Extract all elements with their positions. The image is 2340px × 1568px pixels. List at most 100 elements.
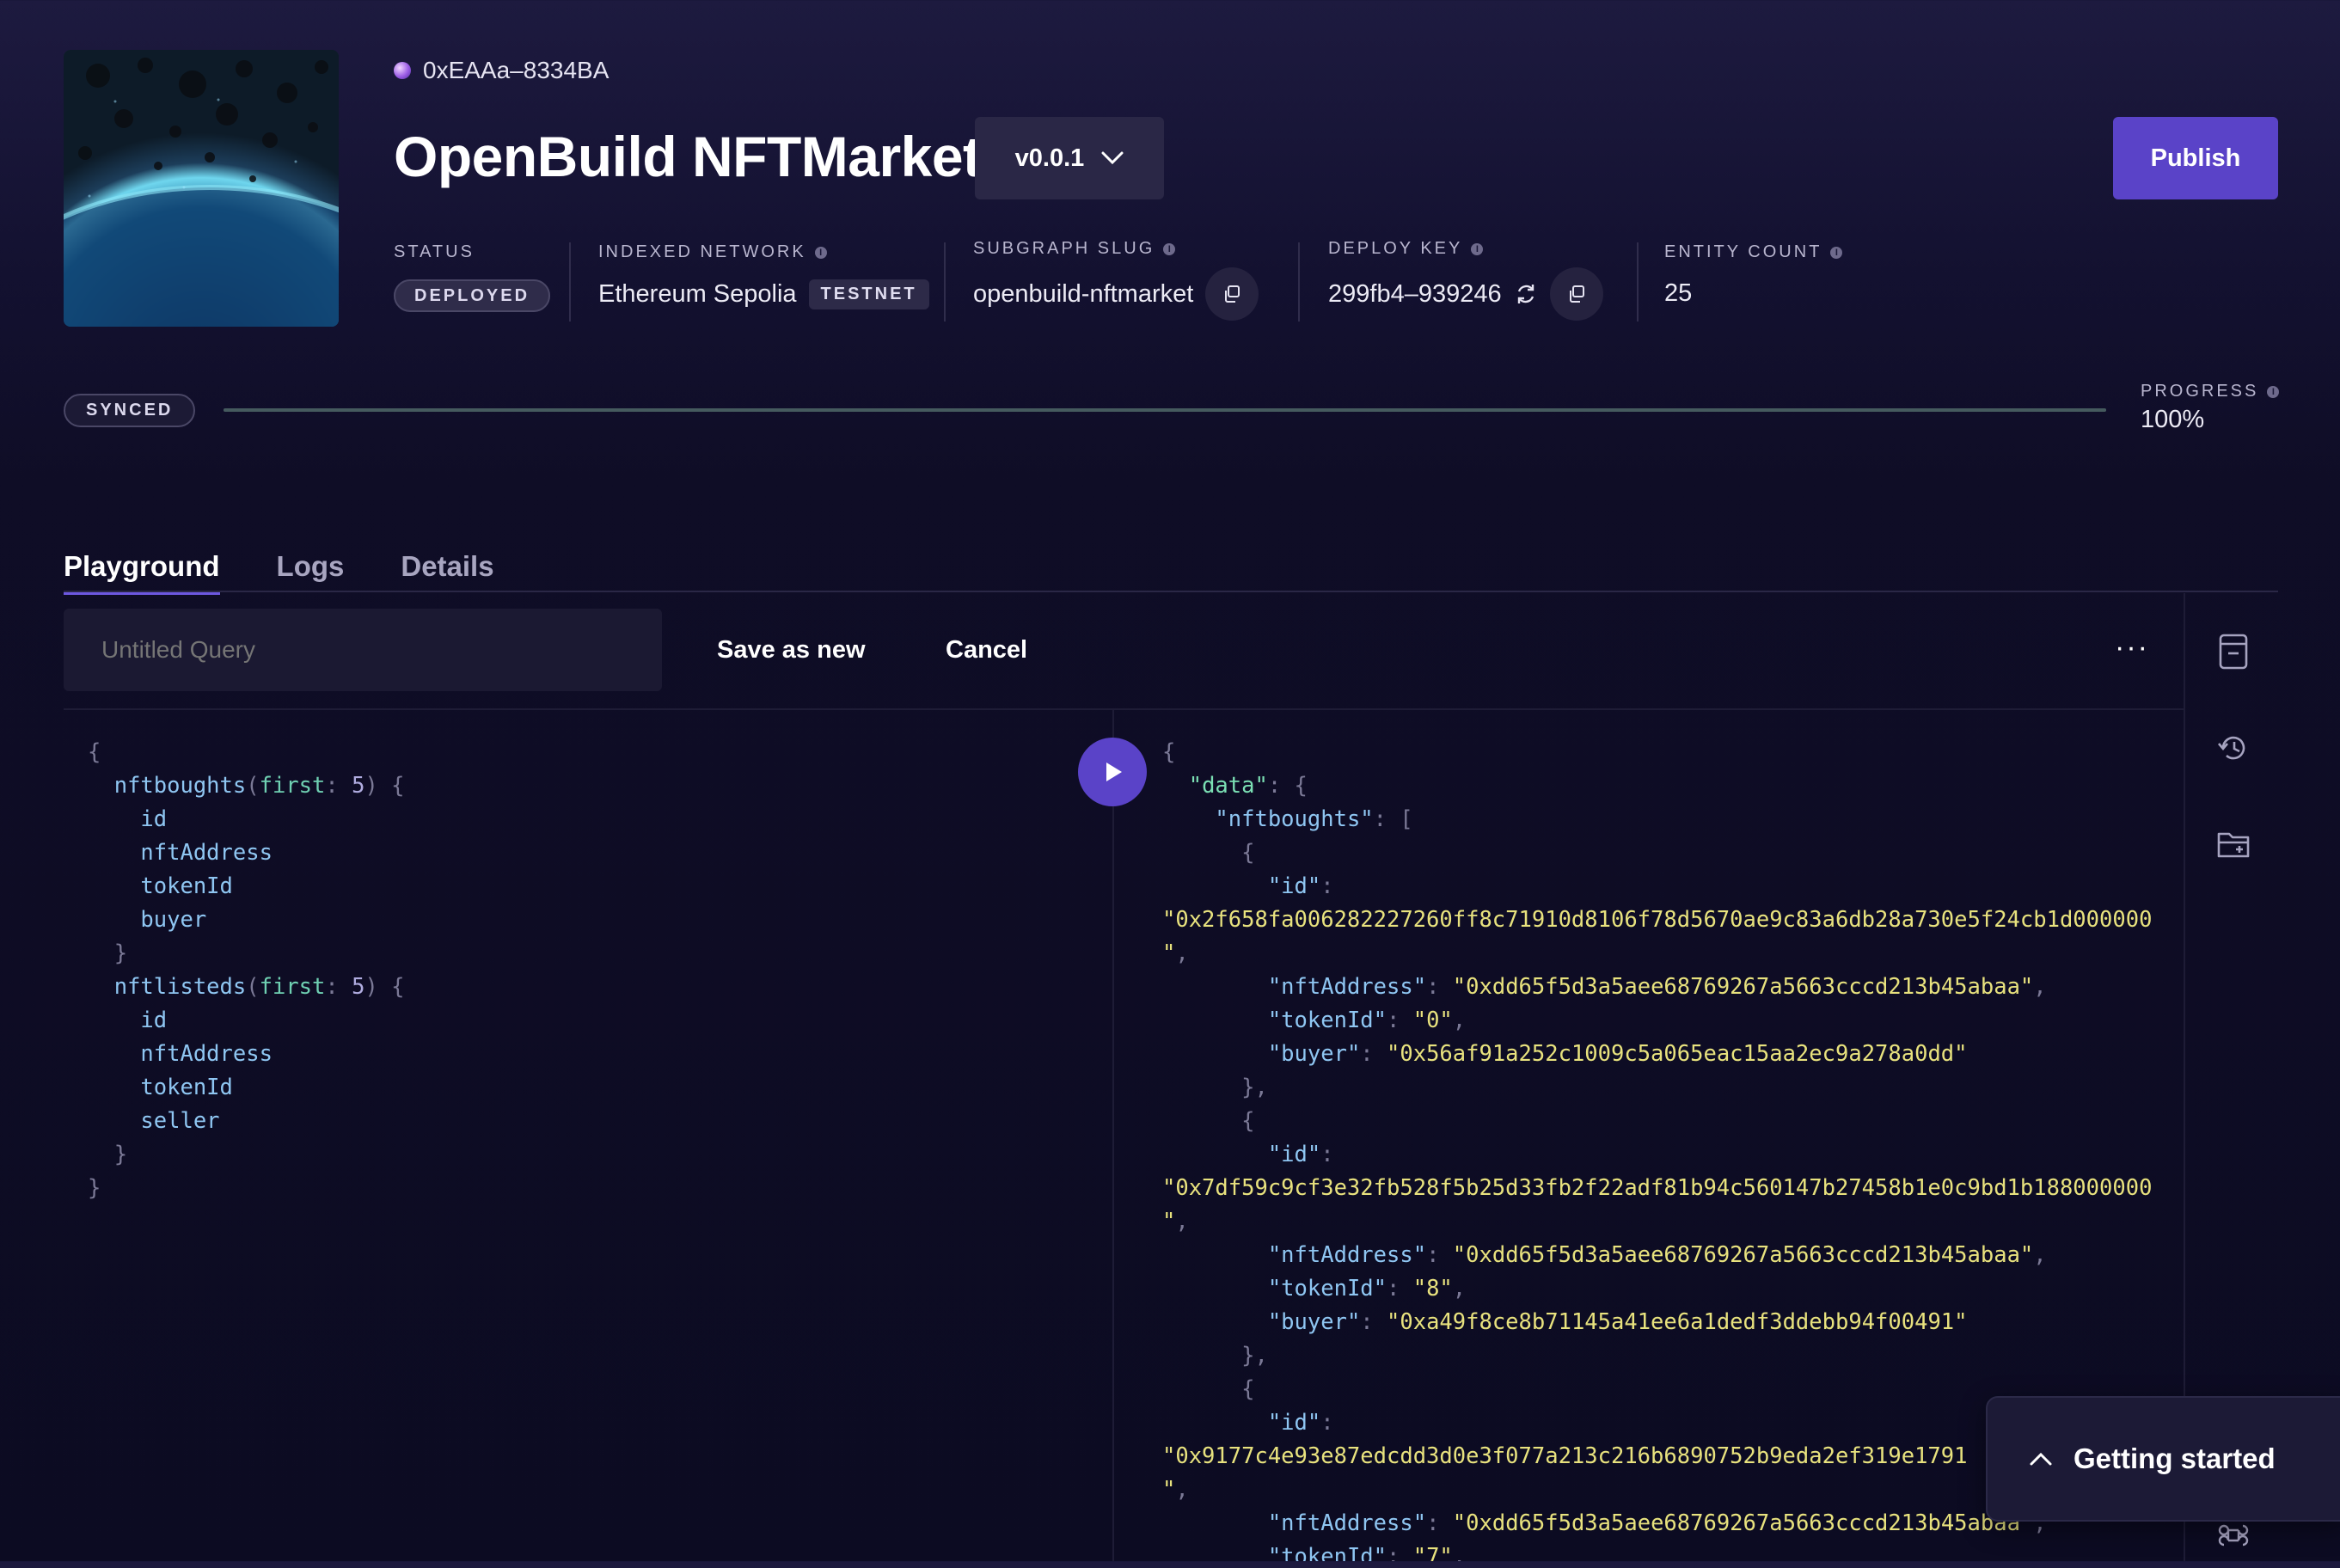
result-line: "nftAddress": "0xdd65f5d3a5aee68769267a5…: [1267, 1242, 2047, 1268]
result-line: "nftAddress": "0xdd65f5d3a5aee68769267a5…: [1267, 974, 2047, 1000]
history-icon: [2218, 736, 2245, 760]
result-line: {: [1241, 840, 1255, 866]
query-line: buyer: [140, 907, 207, 933]
query-line: nftAddress: [140, 840, 273, 866]
query-line: id: [140, 1008, 168, 1033]
saved-queries-button[interactable]: [2201, 619, 2266, 684]
sync-progress-fill: [224, 408, 2106, 412]
save-as-new-button[interactable]: Save as new: [717, 636, 866, 665]
result-line: "tokenId": "0",: [1267, 1008, 1467, 1033]
version-select[interactable]: v0.0.1: [975, 117, 1164, 199]
command-icon: [2218, 1524, 2249, 1547]
deploy-key-value: 299fb4–939246: [1328, 279, 1502, 308]
query-name-input[interactable]: [64, 609, 662, 691]
result-line: {: [1241, 1108, 1255, 1134]
query-line: tokenId: [140, 1075, 233, 1100]
result-line: "buyer": "0x56af91a252c1009c5a065eac15aa…: [1267, 1041, 1968, 1067]
deploy-key-label: DEPLOY KEY: [1328, 239, 1463, 258]
info-icon[interactable]: i: [1830, 246, 1843, 259]
query-line: tokenId: [140, 873, 233, 899]
result-line: "buyer": "0xa49f8ce8b71145a41ee6a1dedf3d…: [1267, 1309, 1968, 1335]
result-line: {: [1162, 739, 1176, 765]
query-line: seller: [140, 1108, 220, 1134]
slug-section: SUBGRAPH SLUG i openbuild-nftmarket: [973, 239, 1259, 321]
tab-details[interactable]: Details: [401, 550, 493, 595]
network-name: Ethereum Sepolia: [598, 280, 797, 308]
refresh-icon[interactable]: [1514, 282, 1538, 306]
query-line: {: [88, 739, 101, 765]
getting-started-label: Getting started: [2074, 1442, 2276, 1474]
pane-divider[interactable]: [1112, 710, 1114, 1561]
entity-count-value: 25: [1664, 279, 1693, 307]
network-section: INDEXED NETWORK i Ethereum Sepolia TESTNE…: [598, 242, 929, 309]
run-query-button[interactable]: [1078, 738, 1147, 806]
query-line: id: [140, 806, 168, 832]
result-line: "nftboughts": [: [1215, 806, 1413, 832]
copy-icon: [1569, 285, 1584, 303]
meta-divider: [1298, 242, 1300, 322]
entity-count-section: ENTITY COUNT i 25: [1664, 242, 1843, 308]
new-folder-button[interactable]: [2201, 812, 2266, 877]
result-line: "id":: [1267, 1142, 1334, 1167]
folder-plus-icon: [2217, 832, 2250, 858]
tab-divider: [64, 591, 2278, 592]
slug-value: openbuild-nftmarket: [973, 279, 1194, 308]
status-section: STATUS DEPLOYED: [394, 242, 551, 312]
query-code[interactable]: { nftboughts(first: 5) { id nftAddress t…: [88, 736, 1076, 1205]
status-label: STATUS: [394, 242, 475, 261]
info-icon[interactable]: i: [814, 246, 827, 259]
deploy-key-section: DEPLOY KEY i 299fb4–939246: [1328, 239, 1603, 321]
query-editor[interactable]: { nftboughts(first: 5) { id nftAddress t…: [88, 736, 1076, 1269]
query-line: nftAddress: [140, 1041, 273, 1067]
sync-status-badge: SYNCED: [64, 394, 196, 427]
entity-count-label: ENTITY COUNT: [1664, 242, 1822, 261]
copy-slug-button[interactable]: [1205, 267, 1259, 321]
progress-label: PROGRESS: [2141, 382, 2259, 401]
network-label: INDEXED NETWORK: [598, 242, 806, 261]
result-line: ",: [1162, 1209, 1189, 1234]
sync-progress-bar: [224, 408, 2106, 412]
tab-bar: Playground Logs Details: [64, 550, 494, 595]
status-badge: DEPLOYED: [394, 279, 551, 312]
progress-value: 100%: [2141, 406, 2205, 433]
meta-divider: [1637, 242, 1639, 322]
result-line: "tokenId": "7",: [1267, 1544, 1467, 1561]
more-options-button[interactable]: ···: [2115, 631, 2149, 665]
query-line: }: [113, 940, 128, 966]
result-line: "0x2f658fa006282227260ff8c71910d8106f78d…: [1162, 907, 2153, 933]
meta-divider: [569, 242, 571, 322]
query-line: }: [113, 1142, 128, 1167]
copy-deploy-key-button[interactable]: [1549, 267, 1603, 321]
bookmark-file-icon: [2219, 634, 2248, 670]
copy-icon: [1225, 285, 1240, 303]
play-icon: [1106, 763, 1122, 781]
info-icon[interactable]: i: [2267, 385, 2280, 398]
query-line: nftboughts(first: 5) {: [113, 773, 405, 799]
tab-playground[interactable]: Playground: [64, 550, 220, 595]
testnet-badge: TESTNET: [808, 279, 929, 309]
result-line: "0x7df59c9cf3e32fb528f5b25d33fb2f22adf81…: [1162, 1175, 2153, 1201]
tab-logs[interactable]: Logs: [277, 550, 345, 595]
query-line: }: [88, 1175, 101, 1201]
query-line: nftlisteds(first: 5) {: [113, 974, 405, 1000]
cancel-button[interactable]: Cancel: [946, 636, 1027, 665]
result-line: },: [1241, 1343, 1268, 1369]
chevron-up-icon: [2030, 1452, 2052, 1466]
info-icon[interactable]: i: [1163, 242, 1176, 255]
subgraph-thumbnail: [64, 50, 339, 327]
owner-address-text: 0xEAAa–8334BA: [423, 57, 610, 83]
toolbar-divider: [64, 708, 2185, 710]
history-button[interactable]: [2201, 715, 2266, 781]
result-line: "data": {: [1188, 773, 1308, 799]
publish-button[interactable]: Publish: [2113, 117, 2278, 199]
result-line: },: [1241, 1075, 1268, 1100]
result-line: "id":: [1267, 873, 1334, 899]
getting-started-panel[interactable]: Getting started: [1986, 1396, 2340, 1522]
slug-label: SUBGRAPH SLUG: [973, 239, 1155, 258]
info-icon[interactable]: i: [1471, 242, 1484, 255]
page-title: OpenBuild NFTMarket: [394, 125, 982, 188]
chevron-down-icon: [1101, 151, 1124, 165]
meta-divider: [944, 242, 946, 322]
owner-address[interactable]: 0xEAAa–8334BA: [394, 57, 609, 84]
owner-avatar-icon: [394, 62, 411, 79]
